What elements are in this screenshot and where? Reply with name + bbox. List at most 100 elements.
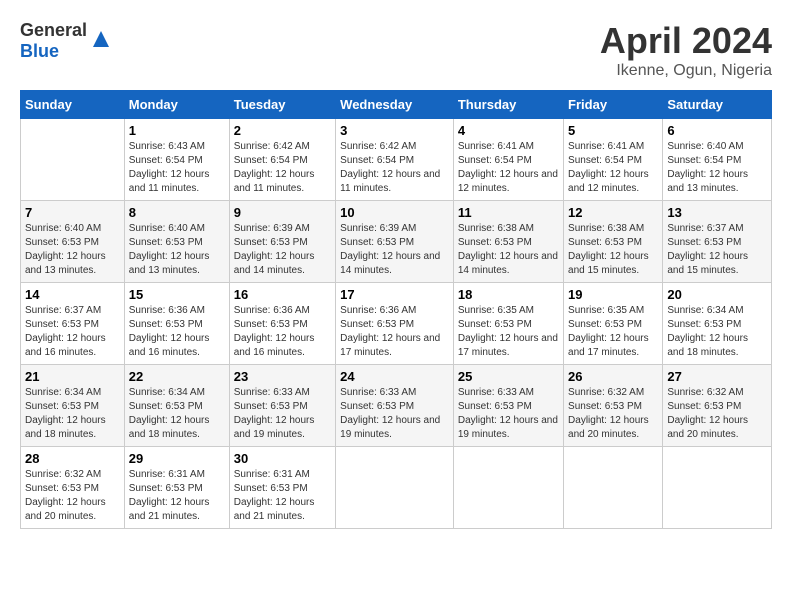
day-info: Sunrise: 6:35 AMSunset: 6:53 PMDaylight:… — [458, 305, 558, 358]
header-day-wednesday: Wednesday — [336, 91, 454, 119]
day-number: 2 — [234, 123, 331, 138]
header-day-monday: Monday — [124, 91, 229, 119]
day-number: 23 — [234, 369, 331, 384]
day-cell: 1 Sunrise: 6:43 AMSunset: 6:54 PMDaylight… — [124, 119, 229, 201]
day-info: Sunrise: 6:40 AMSunset: 6:53 PMDaylight:… — [25, 223, 106, 276]
day-number: 9 — [234, 205, 331, 220]
header-day-thursday: Thursday — [453, 91, 563, 119]
day-number: 21 — [25, 369, 120, 384]
day-info: Sunrise: 6:36 AMSunset: 6:53 PMDaylight:… — [340, 305, 440, 358]
day-info: Sunrise: 6:32 AMSunset: 6:53 PMDaylight:… — [667, 387, 748, 440]
logo-general: General — [20, 20, 87, 40]
day-info: Sunrise: 6:32 AMSunset: 6:53 PMDaylight:… — [568, 387, 649, 440]
header-day-sunday: Sunday — [21, 91, 125, 119]
day-number: 17 — [340, 287, 449, 302]
day-info: Sunrise: 6:38 AMSunset: 6:53 PMDaylight:… — [568, 223, 649, 276]
day-cell: 4Sunrise: 6:41 AMSunset: 6:54 PMDaylight… — [453, 119, 563, 201]
day-info: Sunrise: 6:33 AMSunset: 6:53 PMDaylight:… — [234, 387, 315, 440]
day-number: 30 — [234, 451, 331, 466]
header-row: SundayMondayTuesdayWednesdayThursdayFrid… — [21, 91, 772, 119]
day-number: 3 — [340, 123, 449, 138]
day-cell: 14 Sunrise: 6:37 AMSunset: 6:53 PMDayligh… — [21, 283, 125, 365]
day-cell: 20 Sunrise: 6:34 AMSunset: 6:53 PMDayligh… — [663, 283, 772, 365]
day-cell: 16Sunrise: 6:36 AMSunset: 6:53 PMDayligh… — [229, 283, 335, 365]
day-cell: 11 Sunrise: 6:38 AMSunset: 6:53 PMDayligh… — [453, 201, 563, 283]
day-cell: 29 Sunrise: 6:31 AMSunset: 6:53 PMDayligh… — [124, 447, 229, 529]
day-info: Sunrise: 6:33 AMSunset: 6:53 PMDaylight:… — [340, 387, 440, 440]
day-cell: 23 Sunrise: 6:33 AMSunset: 6:53 PMDayligh… — [229, 365, 335, 447]
header-day-saturday: Saturday — [663, 91, 772, 119]
day-number: 28 — [25, 451, 120, 466]
day-info: Sunrise: 6:31 AMSunset: 6:53 PMDaylight:… — [234, 469, 315, 522]
day-number: 8 — [129, 205, 225, 220]
day-number: 27 — [667, 369, 767, 384]
day-info: Sunrise: 6:34 AMSunset: 6:53 PMDaylight:… — [667, 305, 748, 358]
day-cell: 19Sunrise: 6:35 AMSunset: 6:53 PMDayligh… — [564, 283, 663, 365]
calendar-table: SundayMondayTuesdayWednesdayThursdayFrid… — [20, 90, 772, 529]
day-cell — [21, 119, 125, 201]
week-row-5: 28Sunrise: 6:32 AMSunset: 6:53 PMDayligh… — [21, 447, 772, 529]
day-cell: 21 Sunrise: 6:34 AMSunset: 6:53 PMDayligh… — [21, 365, 125, 447]
day-info: Sunrise: 6:36 AMSunset: 6:53 PMDaylight:… — [129, 305, 210, 358]
day-cell: 26 Sunrise: 6:32 AMSunset: 6:53 PMDayligh… — [564, 365, 663, 447]
day-info: Sunrise: 6:38 AMSunset: 6:53 PMDaylight:… — [458, 223, 558, 276]
day-cell: 12 Sunrise: 6:38 AMSunset: 6:53 PMDayligh… — [564, 201, 663, 283]
day-cell — [453, 447, 563, 529]
day-info: Sunrise: 6:37 AMSunset: 6:53 PMDaylight:… — [667, 223, 748, 276]
title-area: April 2024 Ikenne, Ogun, Nigeria — [600, 20, 772, 80]
day-cell: 9 Sunrise: 6:39 AMSunset: 6:53 PMDaylight… — [229, 201, 335, 283]
day-cell: 6Sunrise: 6:40 AMSunset: 6:54 PMDaylight… — [663, 119, 772, 201]
day-number: 14 — [25, 287, 120, 302]
day-cell: 15 Sunrise: 6:36 AMSunset: 6:53 PMDayligh… — [124, 283, 229, 365]
day-cell: 27 Sunrise: 6:32 AMSunset: 6:53 PMDayligh… — [663, 365, 772, 447]
day-info: Sunrise: 6:42 AMSunset: 6:54 PMDaylight:… — [340, 141, 440, 194]
day-number: 25 — [458, 369, 559, 384]
day-info: Sunrise: 6:31 AMSunset: 6:53 PMDaylight:… — [129, 469, 210, 522]
header-day-friday: Friday — [564, 91, 663, 119]
day-number: 29 — [129, 451, 225, 466]
subtitle: Ikenne, Ogun, Nigeria — [600, 62, 772, 80]
day-number: 12 — [568, 205, 658, 220]
day-cell: 22Sunrise: 6:34 AMSunset: 6:53 PMDayligh… — [124, 365, 229, 447]
day-number: 15 — [129, 287, 225, 302]
header: General Blue April 2024 Ikenne, Ogun, Ni… — [20, 20, 772, 80]
day-number: 26 — [568, 369, 658, 384]
day-cell — [564, 447, 663, 529]
day-number: 10 — [340, 205, 449, 220]
day-number: 1 — [129, 123, 225, 138]
day-number: 18 — [458, 287, 559, 302]
day-number: 16 — [234, 287, 331, 302]
day-cell: 25Sunrise: 6:33 AMSunset: 6:53 PMDayligh… — [453, 365, 563, 447]
day-cell: 24 Sunrise: 6:33 AMSunset: 6:53 PMDayligh… — [336, 365, 454, 447]
day-number: 20 — [667, 287, 767, 302]
day-number: 24 — [340, 369, 449, 384]
main-title: April 2024 — [600, 20, 772, 62]
day-cell: 10Sunrise: 6:39 AMSunset: 6:53 PMDayligh… — [336, 201, 454, 283]
day-info: Sunrise: 6:41 AMSunset: 6:54 PMDaylight:… — [568, 141, 649, 194]
day-info: Sunrise: 6:34 AMSunset: 6:53 PMDaylight:… — [25, 387, 106, 440]
day-info: Sunrise: 6:40 AMSunset: 6:53 PMDaylight:… — [129, 223, 210, 276]
week-row-1: 1 Sunrise: 6:43 AMSunset: 6:54 PMDaylight… — [21, 119, 772, 201]
day-cell: 28Sunrise: 6:32 AMSunset: 6:53 PMDayligh… — [21, 447, 125, 529]
day-cell: 8 Sunrise: 6:40 AMSunset: 6:53 PMDaylight… — [124, 201, 229, 283]
day-info: Sunrise: 6:39 AMSunset: 6:53 PMDaylight:… — [234, 223, 315, 276]
day-cell: 7 Sunrise: 6:40 AMSunset: 6:53 PMDaylight… — [21, 201, 125, 283]
day-info: Sunrise: 6:37 AMSunset: 6:53 PMDaylight:… — [25, 305, 106, 358]
day-cell: 5 Sunrise: 6:41 AMSunset: 6:54 PMDaylight… — [564, 119, 663, 201]
day-number: 11 — [458, 205, 559, 220]
logo-icon — [89, 27, 113, 51]
day-number: 13 — [667, 205, 767, 220]
week-row-2: 7 Sunrise: 6:40 AMSunset: 6:53 PMDaylight… — [21, 201, 772, 283]
logo-text: General Blue — [20, 20, 87, 62]
day-number: 5 — [568, 123, 658, 138]
day-cell: 2Sunrise: 6:42 AMSunset: 6:54 PMDaylight… — [229, 119, 335, 201]
day-cell: 18 Sunrise: 6:35 AMSunset: 6:53 PMDayligh… — [453, 283, 563, 365]
week-row-4: 21 Sunrise: 6:34 AMSunset: 6:53 PMDayligh… — [21, 365, 772, 447]
day-number: 22 — [129, 369, 225, 384]
day-info: Sunrise: 6:43 AMSunset: 6:54 PMDaylight:… — [129, 141, 210, 194]
day-number: 7 — [25, 205, 120, 220]
day-number: 4 — [458, 123, 559, 138]
day-cell: 17 Sunrise: 6:36 AMSunset: 6:53 PMDayligh… — [336, 283, 454, 365]
day-cell — [336, 447, 454, 529]
day-info: Sunrise: 6:35 AMSunset: 6:53 PMDaylight:… — [568, 305, 649, 358]
